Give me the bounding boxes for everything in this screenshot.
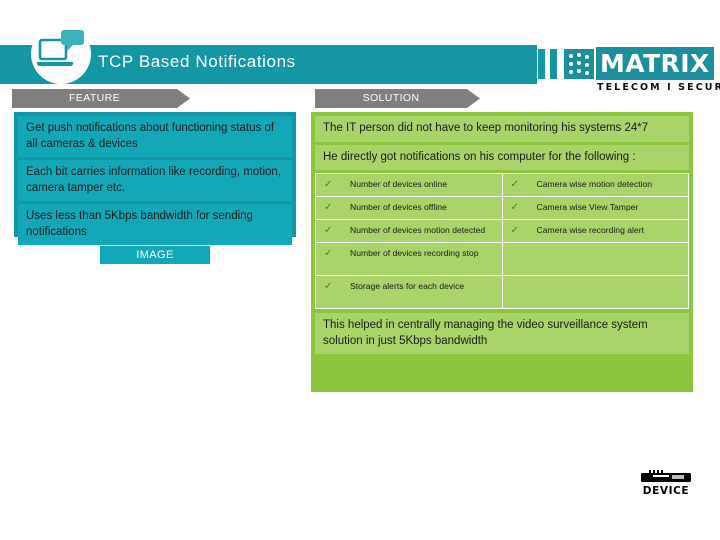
feature-item: Each bit carries information like record… [18,160,292,201]
logo-bar-left [538,49,545,79]
check-icon: ✓ [510,202,519,213]
checklist-label: Camera wise motion detection [536,179,653,189]
laptop-chat-icon [36,30,84,67]
notification-checklist: ✓ Number of devices online ✓ Camera wise… [315,173,689,309]
check-icon: ✓ [324,248,333,259]
check-icon: ✓ [510,225,519,236]
check-icon: ✓ [324,179,333,190]
checklist-label: Number of devices recording stop [350,248,479,258]
device-label: DEVICE [642,485,690,497]
logo-bar-right [550,49,557,79]
solution-panel: The IT person did not have to keep monit… [311,112,693,392]
checklist-cell: ✓ Storage alerts for each device [315,275,503,309]
checklist-cell-empty [501,275,689,309]
logo-dots-icon [564,49,594,79]
table-row: ✓ Number of devices recording stop [315,242,689,276]
solution-item: The IT person did not have to keep monit… [315,116,689,142]
checklist-label: Number of devices motion detected [350,225,486,235]
server-rack-icon [641,470,691,482]
checklist-label: Number of devices offline [350,202,447,212]
table-row: ✓ Storage alerts for each device [315,275,689,309]
page-title: TCP Based Notifications [98,52,296,71]
logo-wordmark: MATRIX [596,47,714,80]
feature-panel: Get push notifications about functioning… [14,112,296,245]
checklist-cell: ✓ Camera wise recording alert [501,219,689,243]
checklist-label: Number of devices online [350,179,447,189]
feature-item: Uses less than 5Kbps bandwidth for sendi… [18,204,292,245]
feature-item: Get push notifications about functioning… [18,116,292,157]
check-icon: ✓ [324,202,333,213]
table-row: ✓ Number of devices offline ✓ Camera wis… [315,196,689,220]
checklist-cell: ✓ Camera wise motion detection [501,173,689,197]
checklist-cell-empty [501,242,689,276]
check-icon: ✓ [510,179,519,190]
device-footer: DEVICE [631,470,701,497]
check-icon: ✓ [324,281,333,292]
tab-solution[interactable]: SOLUTION [315,89,480,108]
checklist-cell: ✓ Number of devices recording stop [315,242,503,276]
check-icon: ✓ [324,225,333,236]
table-row: ✓ Number of devices online ✓ Camera wise… [315,173,689,197]
checklist-cell: ✓ Camera wise View Tamper [501,196,689,220]
checklist-cell: ✓ Number of devices motion detected [315,219,503,243]
table-row: ✓ Number of devices motion detected ✓ Ca… [315,219,689,243]
checklist-label: Camera wise View Tamper [536,202,639,212]
solution-item: He directly got notifications on his com… [315,144,689,170]
matrix-logo: MATRIX TELECOM I SECURITY [538,44,720,93]
checklist-cell: ✓ Number of devices online [315,173,503,197]
checklist-label: Storage alerts for each device [350,281,465,291]
closing-note: This helped in centrally managing the vi… [315,313,689,354]
checklist-cell: ✓ Number of devices offline [315,196,503,220]
tab-feature[interactable]: FEATURE [12,89,190,108]
logo-tagline: TELECOM I SECURITY [597,82,720,93]
image-placeholder: IMAGE [100,246,210,264]
checklist-label: Camera wise recording alert [536,225,644,235]
